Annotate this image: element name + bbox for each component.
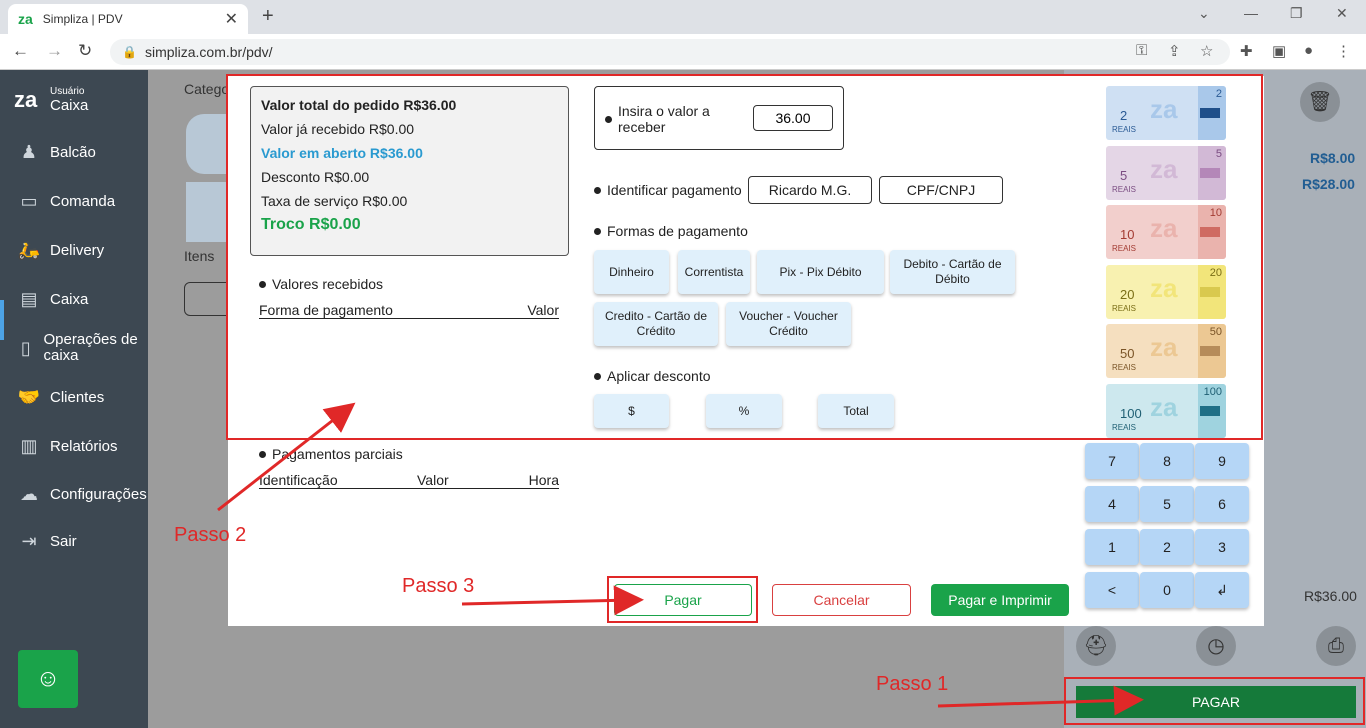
annotation-arrows	[217, 402, 1144, 716]
arrow-step1	[937, 685, 1144, 716]
arrow-step3	[461, 585, 644, 616]
arrow-step2	[217, 402, 356, 512]
